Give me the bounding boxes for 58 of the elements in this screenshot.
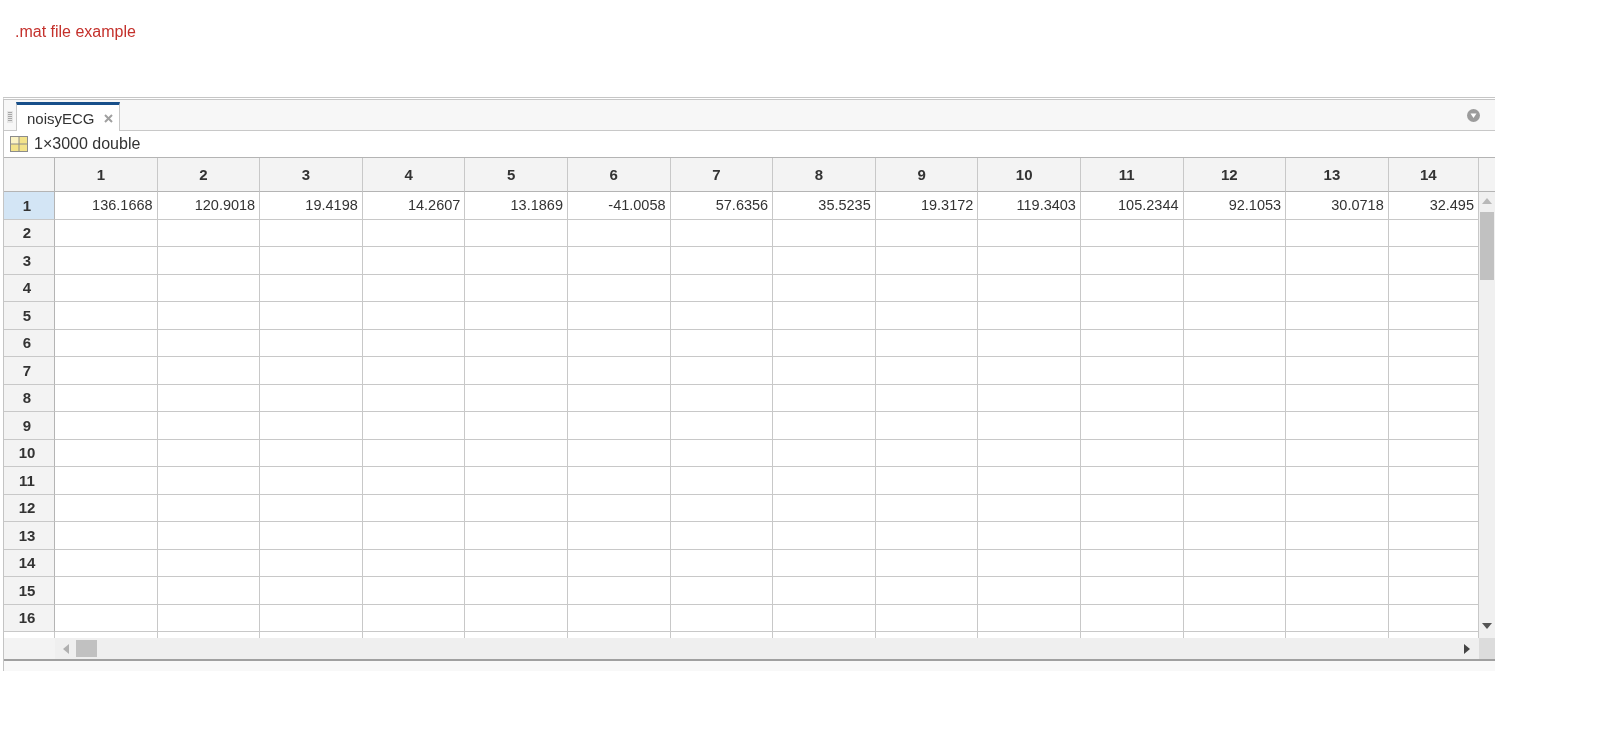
- column-header[interactable]: 7: [670, 158, 774, 192]
- table-cell: 30.0718: [1286, 192, 1389, 220]
- row-header[interactable]: 15: [4, 577, 55, 605]
- caption-text: .mat file example: [15, 23, 136, 40]
- column-header[interactable]: 13: [1286, 158, 1389, 192]
- scrollbar-corner: [1479, 638, 1495, 659]
- variable-size-text: 1×3000 double: [34, 135, 141, 153]
- column-header[interactable]: 5: [465, 158, 568, 192]
- column-header[interactable]: 12: [1183, 158, 1287, 192]
- table-icon: [10, 136, 28, 152]
- row-header[interactable]: 6: [4, 329, 55, 357]
- row-header[interactable]: 11: [4, 467, 55, 495]
- row-header[interactable]: 10: [4, 439, 55, 467]
- tab[interactable]: noisyECG: [16, 102, 120, 131]
- row-header[interactable]: 3: [4, 247, 55, 275]
- table-cell: 19.3172: [875, 192, 979, 220]
- row-header[interactable]: 4: [4, 274, 55, 302]
- column-header[interactable]: 2: [157, 158, 261, 192]
- caret-right-icon[interactable]: [1464, 643, 1470, 654]
- table-cell: -41.0058: [567, 192, 671, 220]
- row-header[interactable]: 2: [4, 219, 55, 247]
- column-header[interactable]: 6: [567, 158, 671, 192]
- column-header[interactable]: 4: [362, 158, 466, 192]
- caret-left-icon[interactable]: [62, 643, 69, 654]
- table-cell: 120.9018: [157, 192, 261, 220]
- row-header[interactable]: 16: [4, 604, 55, 632]
- dropdown-icon[interactable]: [1467, 108, 1480, 122]
- table-cell: 119.3403: [978, 192, 1081, 220]
- table-cell: 14.2607: [362, 192, 466, 220]
- column-header[interactable]: 10: [978, 158, 1081, 192]
- column-header[interactable]: 8: [773, 158, 876, 192]
- table-cell: 105.2344: [1080, 192, 1184, 220]
- table-cell: 92.1053: [1183, 192, 1287, 220]
- row-header[interactable]: 8: [4, 384, 55, 412]
- table-cell: 35.5235: [773, 192, 876, 220]
- column-header[interactable]: 14: [1388, 158, 1479, 192]
- column-header[interactable]: 9: [875, 158, 979, 192]
- close-icon[interactable]: [103, 113, 113, 123]
- row-header[interactable]: 12: [4, 494, 55, 522]
- scrollbar-thumb[interactable]: [76, 640, 97, 657]
- table-cell: 13.1869: [465, 192, 568, 220]
- row-header[interactable]: 9: [4, 412, 55, 440]
- table-cell: 19.4198: [260, 192, 363, 220]
- row-header[interactable]: 1: [4, 192, 55, 220]
- row-header[interactable]: 7: [4, 357, 55, 385]
- table-cell: 136.1668: [55, 192, 158, 220]
- column-header[interactable]: 3: [260, 158, 363, 192]
- column-header[interactable]: 11: [1080, 158, 1184, 192]
- scrollbar-thumb[interactable]: [1480, 212, 1494, 280]
- grip-icon[interactable]: [7, 110, 13, 123]
- column-header[interactable]: 1: [55, 158, 158, 192]
- caret-up-icon[interactable]: [1482, 198, 1492, 204]
- row-header[interactable]: 14: [4, 549, 55, 577]
- row-header[interactable]: 13: [4, 522, 55, 550]
- caret-down-icon[interactable]: [1482, 623, 1492, 629]
- table-cell: 57.6356: [670, 192, 774, 220]
- table-cell: 32.495: [1388, 192, 1479, 220]
- row-header[interactable]: 5: [4, 302, 55, 330]
